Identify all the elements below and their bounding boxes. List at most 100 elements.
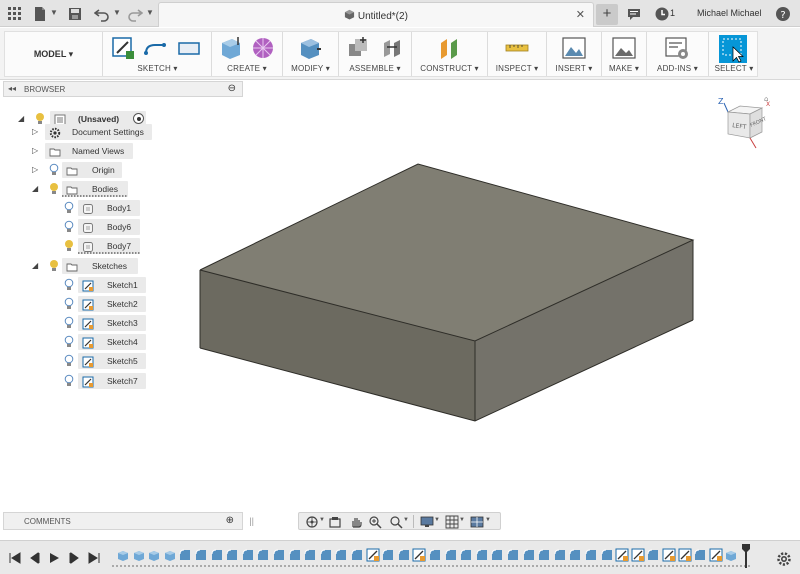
sketch-group-label[interactable]: SKETCH: [137, 64, 171, 73]
go-to-start-icon[interactable]: [8, 551, 22, 565]
pan-icon[interactable]: [349, 515, 363, 529]
timeline-marker[interactable]: [741, 544, 751, 568]
timeline-fillet-icon[interactable]: [225, 548, 239, 562]
timeline-fillet-icon[interactable]: [350, 548, 364, 562]
timeline-fillet-icon[interactable]: [600, 548, 614, 562]
new-component-icon[interactable]: [345, 35, 371, 61]
timeline-fillet-icon[interactable]: [397, 548, 411, 562]
close-tab-icon[interactable]: ✕: [576, 8, 585, 21]
timeline-fillet-icon[interactable]: [334, 548, 348, 562]
go-to-end-icon[interactable]: [87, 551, 101, 565]
form-icon[interactable]: [250, 35, 276, 61]
step-forward-icon[interactable]: [67, 551, 81, 565]
measure-icon[interactable]: [504, 35, 530, 61]
timeline-fillet-icon[interactable]: [319, 548, 333, 562]
timeline-sketch-icon[interactable]: [615, 548, 629, 562]
viewcube[interactable]: Z LEFT FRONT X ⌂: [716, 94, 776, 154]
timeline-fillet-icon[interactable]: [256, 548, 270, 562]
timeline-fillet-icon[interactable]: [568, 548, 582, 562]
orbit-caret-icon[interactable]: ▼: [319, 517, 325, 523]
timeline-sketch-icon[interactable]: [662, 548, 676, 562]
display-settings-icon[interactable]: [420, 515, 434, 529]
body-geometry[interactable]: [199, 163, 695, 422]
offset-plane-icon[interactable]: [437, 35, 463, 61]
create-sketch-icon[interactable]: [110, 35, 136, 61]
timeline-fillet-icon[interactable]: [693, 548, 707, 562]
zoom-caret-icon[interactable]: ▼: [403, 517, 409, 523]
viewports-icon[interactable]: [470, 515, 484, 529]
comments-panel-handle-icon[interactable]: ||: [249, 516, 254, 526]
display-caret-icon[interactable]: ▼: [434, 517, 440, 523]
timeline-fillet-icon[interactable]: [303, 548, 317, 562]
create-group-label[interactable]: CREATE: [227, 64, 260, 73]
timeline-track[interactable]: [112, 565, 752, 567]
timeline-extrude-icon[interactable]: [147, 548, 161, 562]
undo-icon[interactable]: [94, 6, 110, 22]
timeline-fillet-icon[interactable]: [288, 548, 302, 562]
zoom-icon[interactable]: [368, 515, 382, 529]
viewports-caret-icon[interactable]: ▼: [485, 517, 491, 523]
undo-caret-icon[interactable]: ▼: [113, 8, 121, 17]
timeline-fillet-icon[interactable]: [490, 548, 504, 562]
timeline-fillet-icon[interactable]: [210, 548, 224, 562]
modify-group-label[interactable]: MODIFY: [291, 64, 323, 73]
file-icon[interactable]: [32, 6, 48, 22]
make-group-label[interactable]: MAKE: [609, 64, 632, 73]
timeline-fillet-icon[interactable]: [537, 548, 551, 562]
step-back-icon[interactable]: [28, 551, 42, 565]
select-group-label[interactable]: SELECT: [715, 64, 747, 73]
timeline-fillet-icon[interactable]: [272, 548, 286, 562]
orbit-icon[interactable]: [305, 515, 319, 529]
timeline-extrude-icon[interactable]: [163, 548, 177, 562]
timeline-fillet-icon[interactable]: [459, 548, 473, 562]
timeline-sketch-icon[interactable]: [678, 548, 692, 562]
workspace-switcher[interactable]: MODEL ▾: [5, 32, 103, 76]
user-name[interactable]: Michael Michael: [697, 8, 762, 18]
line-icon[interactable]: [142, 35, 168, 61]
timeline-fillet-icon[interactable]: [428, 548, 442, 562]
timeline-fillet-icon[interactable]: [646, 548, 660, 562]
timeline-extrude-icon[interactable]: [132, 548, 146, 562]
construct-group-label[interactable]: CONSTRUCT: [420, 64, 472, 73]
file-menu-caret-icon[interactable]: ▼: [50, 8, 58, 17]
add-comment-icon[interactable]: ⊕: [226, 515, 234, 526]
assemble-group-label[interactable]: ASSEMBLE: [349, 64, 394, 73]
grid-snaps-icon[interactable]: [445, 515, 459, 529]
timeline-fillet-icon[interactable]: [506, 548, 520, 562]
document-tab[interactable]: Untitled*(2) ✕: [158, 2, 594, 27]
timeline-fillet-icon[interactable]: [584, 548, 598, 562]
look-at-icon[interactable]: [328, 515, 342, 529]
timeline-sketch-icon[interactable]: [709, 548, 723, 562]
joint-icon[interactable]: [379, 35, 405, 61]
timeline-sketch-icon[interactable]: [366, 548, 380, 562]
select-icon[interactable]: [718, 34, 748, 64]
timeline-fillet-icon[interactable]: [194, 548, 208, 562]
comments-panel[interactable]: COMMENTS ⊕ ||: [3, 512, 254, 530]
inspect-group-label[interactable]: INSPECT: [496, 64, 532, 73]
timeline-sketch-icon[interactable]: [412, 548, 426, 562]
3d-print-icon[interactable]: [611, 35, 637, 61]
save-icon[interactable]: [67, 6, 83, 22]
redo-caret-icon[interactable]: ▼: [146, 8, 154, 17]
timeline-sketch-icon[interactable]: [631, 548, 645, 562]
grid-caret-icon[interactable]: ▼: [459, 517, 465, 523]
timeline-fillet-icon[interactable]: [241, 548, 255, 562]
home-view-icon[interactable]: ⌂: [764, 95, 768, 103]
play-icon[interactable]: [47, 551, 61, 565]
timeline-fillet-icon[interactable]: [178, 548, 192, 562]
add-ins-group-label[interactable]: ADD-INS: [657, 64, 691, 73]
timeline-fillet-icon[interactable]: [475, 548, 489, 562]
insert-group-label[interactable]: INSERT: [556, 64, 586, 73]
timeline-fillet-icon[interactable]: [553, 548, 567, 562]
timeline-settings-gear-icon[interactable]: [776, 551, 792, 567]
help-icon[interactable]: ?: [775, 6, 791, 22]
redo-icon[interactable]: [127, 6, 143, 22]
timeline-fillet-icon[interactable]: [444, 548, 458, 562]
viewport-canvas[interactable]: [0, 80, 800, 540]
job-status-icon[interactable]: [654, 6, 670, 22]
press-pull-icon[interactable]: [297, 35, 323, 61]
fit-zoom-icon[interactable]: [389, 515, 403, 529]
timeline-extrude-icon[interactable]: [724, 548, 738, 562]
notifications-icon[interactable]: [626, 6, 642, 22]
extrude-icon[interactable]: [218, 35, 244, 61]
